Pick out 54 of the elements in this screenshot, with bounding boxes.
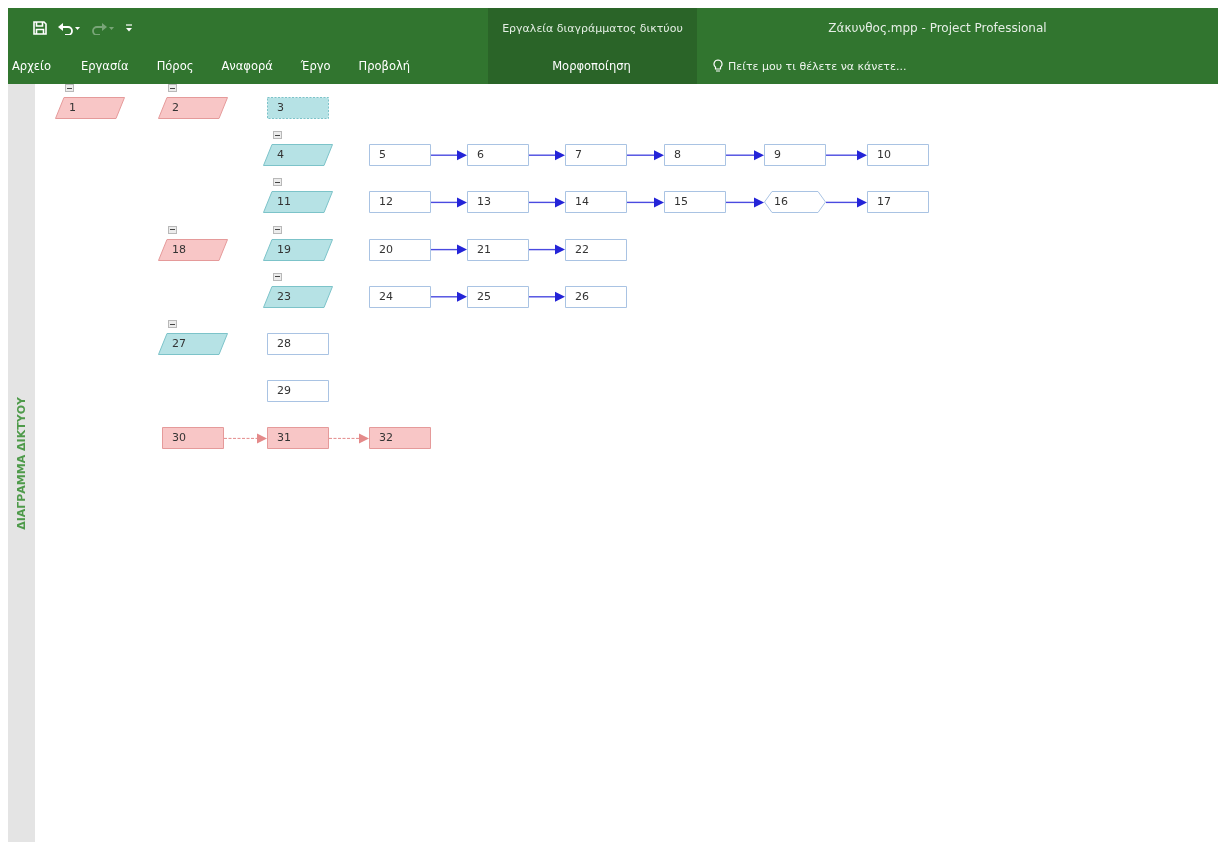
collapse-icon[interactable] — [273, 272, 282, 281]
summary-node[interactable]: 4 — [263, 144, 333, 167]
collapse-icon[interactable] — [273, 225, 282, 234]
task-node[interactable]: 8 — [664, 144, 726, 167]
task-node[interactable]: 21 — [467, 238, 529, 261]
ribbon-tab[interactable]: Προβολή — [348, 52, 422, 80]
ribbon-tab[interactable]: Εργασία — [70, 52, 141, 80]
task-node[interactable]: 26 — [565, 285, 627, 308]
ribbon-tab[interactable]: Αρχείο — [8, 52, 63, 80]
task-node[interactable]: 22 — [565, 238, 627, 261]
summary-node[interactable]: 19 — [263, 238, 333, 261]
summary-node[interactable]: 11 — [263, 191, 333, 214]
contextual-group-title: Εργαλεία διαγράμματος δικτύου — [502, 21, 683, 35]
task-node[interactable]: 31 — [267, 427, 329, 450]
summary-node[interactable]: 3 — [267, 97, 329, 119]
undo-icon[interactable] — [57, 21, 81, 35]
customize-icon[interactable] — [125, 22, 133, 34]
summary-node[interactable]: 23 — [263, 285, 333, 308]
task-node[interactable]: 7 — [565, 144, 627, 167]
view-label: ΔΙΑΓΡΑΜΜΑ ΔΙΚΤΥΟΥ — [15, 396, 28, 530]
task-node[interactable]: 12 — [369, 191, 431, 214]
window-title: Ζάκυνθος.mpp - Project Professional — [828, 21, 1047, 35]
collapse-icon[interactable] — [65, 84, 74, 92]
task-node[interactable]: 28 — [267, 333, 329, 355]
task-node[interactable]: 24 — [369, 285, 431, 308]
task-node[interactable]: 5 — [369, 144, 431, 167]
task-node[interactable]: 9 — [764, 144, 826, 167]
task-node[interactable]: 30 — [162, 427, 224, 450]
task-node[interactable]: 10 — [867, 144, 929, 167]
collapse-icon[interactable] — [168, 84, 177, 92]
summary-node[interactable]: 2 — [158, 97, 228, 119]
task-node[interactable]: 32 — [369, 427, 431, 450]
collapse-icon[interactable] — [273, 131, 282, 140]
collapse-icon[interactable] — [273, 178, 282, 187]
summary-node[interactable]: 1 — [55, 97, 125, 119]
tell-me-field[interactable]: Πείτε μου τι θέλετε να κάνετε... — [728, 59, 978, 73]
task-node[interactable]: 25 — [467, 285, 529, 308]
task-node[interactable]: 6 — [467, 144, 529, 167]
task-node[interactable]: 14 — [565, 191, 627, 214]
task-node[interactable]: 15 — [664, 191, 726, 214]
collapse-icon[interactable] — [168, 320, 177, 328]
task-node[interactable]: 13 — [467, 191, 529, 214]
summary-node[interactable]: 18 — [158, 238, 228, 261]
summary-node[interactable]: 27 — [158, 333, 228, 355]
ribbon-tab[interactable]: Αναφορά — [211, 52, 285, 80]
ribbon-tab[interactable]: Έργο — [290, 52, 343, 80]
task-node[interactable]: 20 — [369, 238, 431, 261]
milestone-node[interactable]: 16 — [764, 191, 826, 214]
save-icon[interactable] — [33, 21, 47, 35]
task-node[interactable]: 29 — [267, 380, 329, 403]
ribbon-tab[interactable]: Πόρος — [146, 52, 206, 80]
collapse-icon[interactable] — [168, 225, 177, 234]
task-node[interactable]: 17 — [867, 191, 929, 214]
lightbulb-icon — [713, 59, 723, 73]
